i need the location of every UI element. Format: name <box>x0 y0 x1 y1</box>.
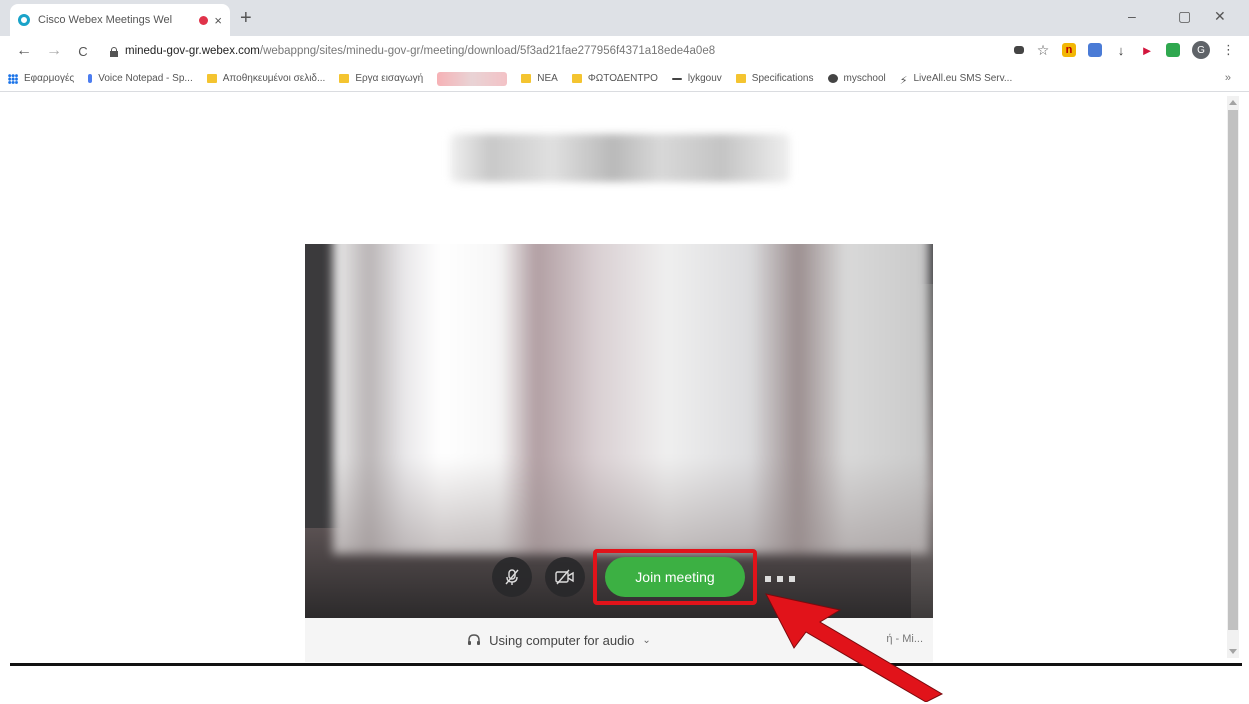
flag-extension-icon[interactable]: ► <box>1140 43 1154 58</box>
new-tab-button[interactable]: + <box>240 7 252 30</box>
bookmark-fotodentro[interactable]: ΦΩΤΟΔΕΝΤΡΟ <box>571 73 658 84</box>
annotation-arrow-icon <box>765 593 944 702</box>
mute-button[interactable] <box>492 557 532 597</box>
bottom-divider <box>10 663 1242 666</box>
globe-icon <box>827 74 838 83</box>
video-preview: Join meeting <box>305 244 933 618</box>
extension-icons: ☆ n ↓ ► G ⋮ <box>1014 41 1235 59</box>
bookmark-label: ΦΩΤΟΔΕΝΤΡΟ <box>587 73 658 84</box>
bookmark-star-icon[interactable]: ☆ <box>1036 42 1050 58</box>
microphone-muted-icon <box>505 569 519 585</box>
url-path: /webappng/sites/minedu-gov-gr/meeting/do… <box>259 45 716 57</box>
headset-icon <box>468 634 481 645</box>
back-button[interactable]: ← <box>16 42 32 60</box>
option-dot-icon <box>765 576 771 582</box>
bookmark-apps[interactable]: Εφαρμογές <box>8 73 74 84</box>
bookmark-saved-pages[interactable]: Αποθηκευμένοι σελιδ... <box>206 73 326 84</box>
join-button-highlight: Join meeting <box>593 549 757 605</box>
bookmark-liveall[interactable]: ⚡ LiveAll.eu SMS Serv... <box>899 73 1013 87</box>
mic-icon <box>88 74 93 83</box>
bookmark-label: lykgouv <box>687 73 722 84</box>
preview-options[interactable] <box>765 572 805 586</box>
bookmark-label: Voice Notepad - Sp... <box>98 73 193 84</box>
browser-toolbar: ← → C minedu-gov-gr.webex.com/webappng/s… <box>0 36 1249 66</box>
bookmark-label: LiveAll.eu SMS Serv... <box>913 73 1013 84</box>
folder-icon <box>206 74 217 83</box>
bookmark-nea[interactable]: ΝΕΑ <box>521 73 558 84</box>
lock-icon <box>110 46 118 57</box>
bookmark-label: Αποθηκευμένοι σελιδ... <box>222 73 326 84</box>
camera-off-icon <box>555 569 574 585</box>
folder-icon <box>735 74 746 83</box>
reload-button[interactable]: C <box>76 44 90 59</box>
webex-favicon-icon <box>18 14 30 26</box>
tab-close-icon[interactable]: × <box>214 13 222 28</box>
browser-menu-icon[interactable]: ⋮ <box>1222 42 1235 58</box>
forward-button[interactable]: → <box>46 42 62 60</box>
page-scrollbar[interactable] <box>1227 96 1239 658</box>
tab-title: Cisco Webex Meetings Wel <box>38 14 173 26</box>
bookmark-specifications[interactable]: Specifications <box>735 73 814 84</box>
folder-icon <box>339 74 350 83</box>
cast-icon[interactable] <box>1014 46 1024 54</box>
browser-tab[interactable]: Cisco Webex Meetings Wel × <box>10 4 230 36</box>
scroll-thumb[interactable] <box>1228 110 1238 630</box>
blurred-bookmark[interactable] <box>437 71 508 86</box>
address-bar[interactable]: minedu-gov-gr.webex.com/webappng/sites/m… <box>110 40 1150 62</box>
green-extension-icon[interactable] <box>1166 43 1180 57</box>
video-toggle-button[interactable] <box>545 557 585 597</box>
bookmark-lykgouv[interactable]: lykgouv <box>671 73 722 84</box>
window-close-button[interactable]: ✕ <box>1214 8 1226 25</box>
option-dot-icon <box>789 576 795 582</box>
blurred-camera-image <box>333 244 929 554</box>
extension-n-icon[interactable]: n <box>1062 43 1076 57</box>
profile-avatar[interactable]: G <box>1192 41 1210 59</box>
bookmarks-overflow-icon[interactable]: » <box>1225 72 1231 84</box>
bookmark-label: ΝΕΑ <box>537 73 558 84</box>
bookmark-myschool[interactable]: myschool <box>827 73 886 84</box>
download-extension-icon[interactable]: ↓ <box>1114 43 1128 58</box>
apps-grid-icon <box>8 73 18 84</box>
chevron-down-icon: ⌄ <box>642 634 651 646</box>
bookmarks-bar: Εφαρμογές Voice Notepad - Sp... Αποθηκευ… <box>0 66 1249 92</box>
bookmark-label: Εργα εισαγωγή <box>355 73 424 84</box>
bolt-icon: ⚡ <box>899 75 908 87</box>
option-dot-icon <box>777 576 783 582</box>
page-viewport: Join meeting Using computer for audio ⌄ … <box>0 92 1249 662</box>
minimize-button[interactable]: – <box>1128 8 1136 24</box>
bookmark-voice-notepad[interactable]: Voice Notepad - Sp... <box>88 73 193 84</box>
folder-icon <box>571 74 582 83</box>
restore-button[interactable]: ▢ <box>1178 8 1191 25</box>
dash-icon <box>671 77 682 80</box>
blurred-meeting-title <box>450 134 790 182</box>
recording-indicator-icon <box>199 15 209 25</box>
bookmark-label: Εφαρμογές <box>24 73 75 84</box>
audio-connection-select[interactable]: Using computer for audio ⌄ <box>467 633 651 648</box>
audio-option-label: Using computer for audio <box>489 632 635 648</box>
bookmark-label: Specifications <box>751 73 814 84</box>
join-meeting-button[interactable]: Join meeting <box>605 557 745 597</box>
translate-extension-icon[interactable] <box>1088 43 1102 57</box>
folder-icon <box>521 74 532 83</box>
tab-bar: Cisco Webex Meetings Wel × + – ▢ ✕ <box>0 0 1249 36</box>
scroll-up-icon[interactable] <box>1229 100 1237 105</box>
bookmark-label: myschool <box>843 73 886 84</box>
scroll-down-icon[interactable] <box>1229 649 1237 654</box>
url-host: minedu-gov-gr.webex.com <box>125 45 260 57</box>
bookmark-erga[interactable]: Εργα εισαγωγή <box>339 73 423 84</box>
